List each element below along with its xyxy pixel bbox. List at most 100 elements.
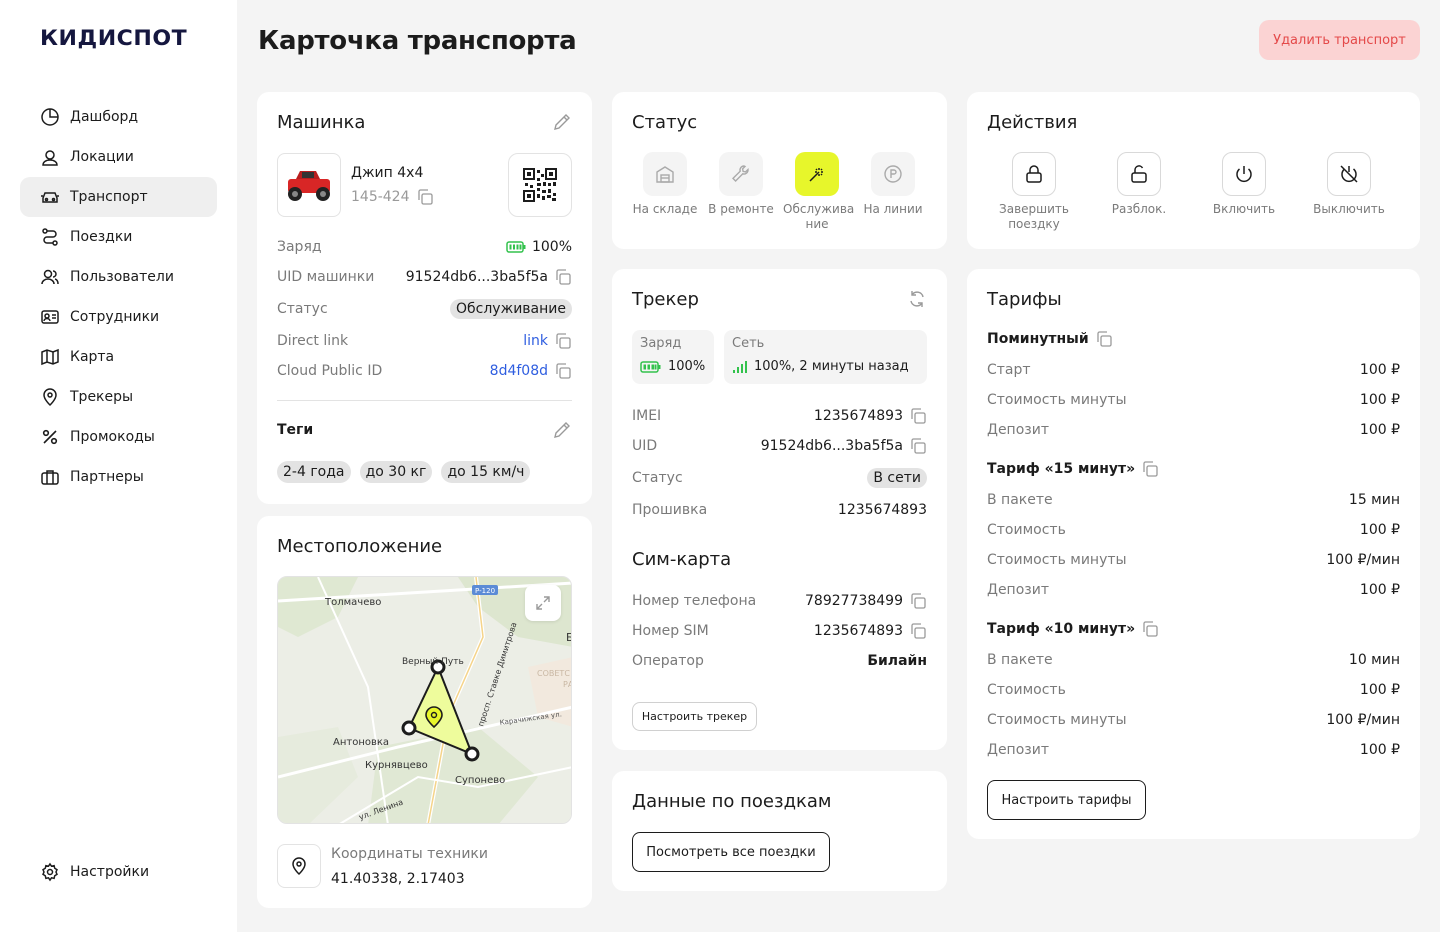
imei-wrap: 1235674893 (814, 407, 927, 425)
map-view[interactable]: Р-120 Толмачево Верный Путь Антоновка Ку… (277, 576, 572, 824)
sidebar-item-trackers[interactable]: Трекеры (20, 377, 217, 417)
tracker-network-value: 100%, 2 минуты назад (754, 359, 909, 374)
copy-icon[interactable] (1141, 460, 1159, 478)
status-badge: Обслуживание (450, 299, 572, 319)
status-option-repair[interactable]: В ремонте (703, 152, 779, 217)
uid-value: 91524db6...3ba5f5a (405, 269, 548, 285)
copy-icon[interactable] (554, 362, 572, 380)
coords-icon-box (277, 844, 321, 888)
tag-chip: до 30 кг (359, 461, 433, 483)
tariff-row-label: Стоимость (987, 522, 1066, 538)
status-option-online[interactable]: На линии (855, 152, 931, 217)
tariff-row-value: 100 ₽ (1359, 582, 1400, 598)
tariff-row: В пакете 15 мин (987, 488, 1400, 512)
delete-transport-button[interactable]: Удалить транспорт (1259, 20, 1420, 60)
machine-photo (277, 153, 341, 217)
edit-tags-icon[interactable] (552, 420, 572, 444)
setup-tariffs-button[interactable]: Настроить тарифы (987, 780, 1146, 820)
tracker-status-label: Статус (632, 470, 683, 486)
power-off-button[interactable]: Выключить (1301, 152, 1397, 217)
copy-icon[interactable] (554, 332, 572, 350)
tracker-status-row: Статус В сети (632, 466, 927, 490)
sidebar-item-dashboard[interactable]: Дашборд (20, 97, 217, 137)
end-trip-button[interactable]: Завершить поездку (986, 152, 1082, 232)
sidebar-item-employees[interactable]: Сотрудники (20, 297, 217, 337)
tracker-status-badge: В сети (867, 468, 927, 488)
copy-icon[interactable] (1141, 620, 1159, 638)
setup-tracker-button[interactable]: Настроить трекер (632, 702, 757, 731)
view-all-trips-button[interactable]: Посмотреть все поездки (632, 832, 830, 872)
toy-jeep-icon (288, 171, 330, 201)
users-icon (40, 267, 60, 287)
status-option-box (871, 152, 915, 196)
map-label-edge: Б (566, 631, 572, 644)
charge-row: Заряд 100% (277, 235, 572, 259)
sidebar-item-transport[interactable]: Транспорт (20, 177, 217, 217)
tracker-uid-wrap: 91524db6...3ba5f5a (761, 437, 927, 455)
sidebar-item-locations[interactable]: Локации (20, 137, 217, 177)
status-option-box (719, 152, 763, 196)
sidebar-item-users[interactable]: Пользователи (20, 257, 217, 297)
copy-icon[interactable] (909, 437, 927, 455)
sidebar-item-label: Пользователи (70, 269, 174, 285)
refresh-icon[interactable] (907, 289, 927, 313)
magic-wand-icon (809, 168, 823, 182)
unlock-button[interactable]: Разблок. (1091, 152, 1187, 217)
status-option-service[interactable]: Обслужива ние (779, 152, 855, 232)
signal-icon (733, 360, 747, 373)
tariff-row: Депозит 100 ₽ (987, 418, 1400, 442)
action-label: Включить (1212, 202, 1276, 216)
sidebar-item-map[interactable]: Карта (20, 337, 217, 377)
tariff-row-value: 100 ₽ (1359, 422, 1400, 438)
sim-number-label: Номер SIM (632, 623, 709, 639)
tariff-row: Стоимость минуты 100 ₽/мин (987, 548, 1400, 572)
car-icon (40, 187, 60, 207)
sim-number-row: Номер SIM 1235674893 (632, 619, 927, 643)
edit-machine-icon[interactable] (552, 112, 572, 136)
expand-icon (536, 596, 550, 610)
unlock-icon (1131, 165, 1147, 183)
lock-icon (1026, 165, 1042, 183)
percent-icon (40, 427, 60, 447)
charge-value-wrap: 100% (506, 239, 572, 255)
action-label: Выключить (1313, 202, 1385, 216)
tariff-row-value: 15 мин (1348, 492, 1400, 508)
cloud-id-label: Cloud Public ID (277, 363, 383, 379)
map-label-road: Р-120 (475, 587, 495, 595)
location-user-icon (40, 147, 60, 167)
status-option-warehouse[interactable]: На складе (627, 152, 703, 217)
sidebar-item-label: Локации (70, 149, 134, 165)
firmware-row: Прошивка 1235674893 (632, 498, 927, 522)
copy-icon[interactable] (909, 622, 927, 640)
sidebar-item-promocodes[interactable]: Промокоды (20, 417, 217, 457)
power-on-button[interactable]: Включить (1196, 152, 1292, 217)
tariff-row: Стоимость 100 ₽ (987, 518, 1400, 542)
status-card-title: Статус (632, 112, 698, 133)
sidebar-item-settings[interactable]: Настройки (20, 852, 217, 892)
tariff-row-label: Старт (987, 362, 1031, 378)
copy-icon[interactable] (909, 407, 927, 425)
tracker-network-wrap: 100%, 2 минуты назад (732, 359, 919, 374)
qr-code-button[interactable] (508, 153, 572, 217)
sidebar-item-trips[interactable]: Поездки (20, 217, 217, 257)
cloud-id-link[interactable]: 8d4f08d (490, 363, 548, 379)
tracker-uid-label: UID (632, 438, 658, 454)
brand-logo[interactable]: КИДИСПОТ (40, 26, 187, 50)
copy-icon[interactable] (1095, 330, 1113, 348)
expand-map-button[interactable] (525, 585, 561, 621)
operator-row: Оператор Билайн (632, 649, 927, 673)
copy-icon[interactable] (416, 188, 434, 206)
machine-name: Джип 4x4 (351, 165, 424, 181)
tariff-minute-header: Поминутный (987, 330, 1113, 348)
id-card-icon (40, 307, 60, 327)
tariffs-card-title: Тарифы (987, 289, 1062, 310)
uid-label: UID машинки (277, 269, 375, 285)
cloud-id-wrap: 8d4f08d (490, 362, 572, 380)
tracker-charge-value: 100% (668, 359, 706, 374)
sidebar-item-partners[interactable]: Партнеры (20, 457, 217, 497)
direct-link[interactable]: link (523, 333, 548, 349)
sidebar-item-label: Промокоды (70, 429, 155, 445)
copy-icon[interactable] (554, 268, 572, 286)
copy-icon[interactable] (909, 592, 927, 610)
machine-card: Машинка Джип 4x4 145-424 Заряд 100% UID … (257, 92, 592, 504)
